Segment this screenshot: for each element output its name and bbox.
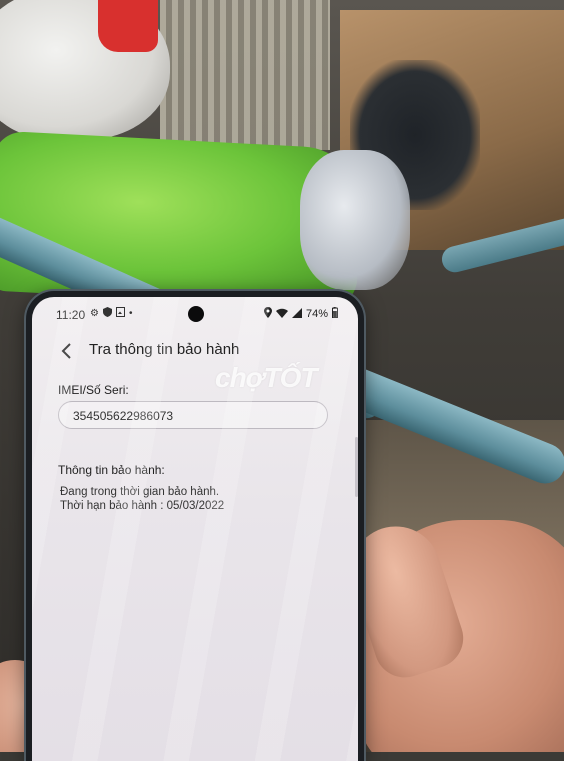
gear-icon: ⚙ — [90, 308, 99, 319]
warranty-heading: Thông tin bảo hành: — [58, 463, 165, 477]
imei-input[interactable]: 354505622986073 — [58, 401, 328, 429]
battery-icon — [332, 307, 338, 321]
warranty-status: Đang trong thời gian bảo hành. — [60, 486, 220, 498]
warranty-expiry: Thời hạn bảo hành : 05/03/2022 — [60, 500, 225, 512]
scrollbar[interactable] — [355, 437, 358, 497]
imei-label: IMEI/Số Seri: — [58, 383, 129, 397]
system-icons: 74% — [263, 307, 338, 321]
image-icon — [115, 307, 125, 321]
red-bag — [98, 0, 158, 52]
status-time: 11:20 — [56, 308, 86, 322]
signal-icon — [291, 307, 302, 321]
page-title: Tra thông tin bảo hành — [89, 341, 240, 358]
watermark-logo: chợTỐT — [215, 362, 317, 393]
dot-icon: • — [128, 308, 133, 319]
battery-percent: 74% — [305, 308, 328, 320]
status-bar: 11:20 ⚙ • 74% — [32, 297, 358, 327]
location-icon — [263, 307, 272, 321]
plastic-bag — [300, 150, 410, 290]
notification-icons: ⚙ • — [90, 307, 132, 321]
chevron-left-icon — [61, 343, 71, 359]
back-button[interactable] — [54, 339, 78, 363]
shield-icon — [102, 307, 112, 321]
shelf — [160, 0, 330, 150]
wifi-icon — [275, 308, 288, 321]
